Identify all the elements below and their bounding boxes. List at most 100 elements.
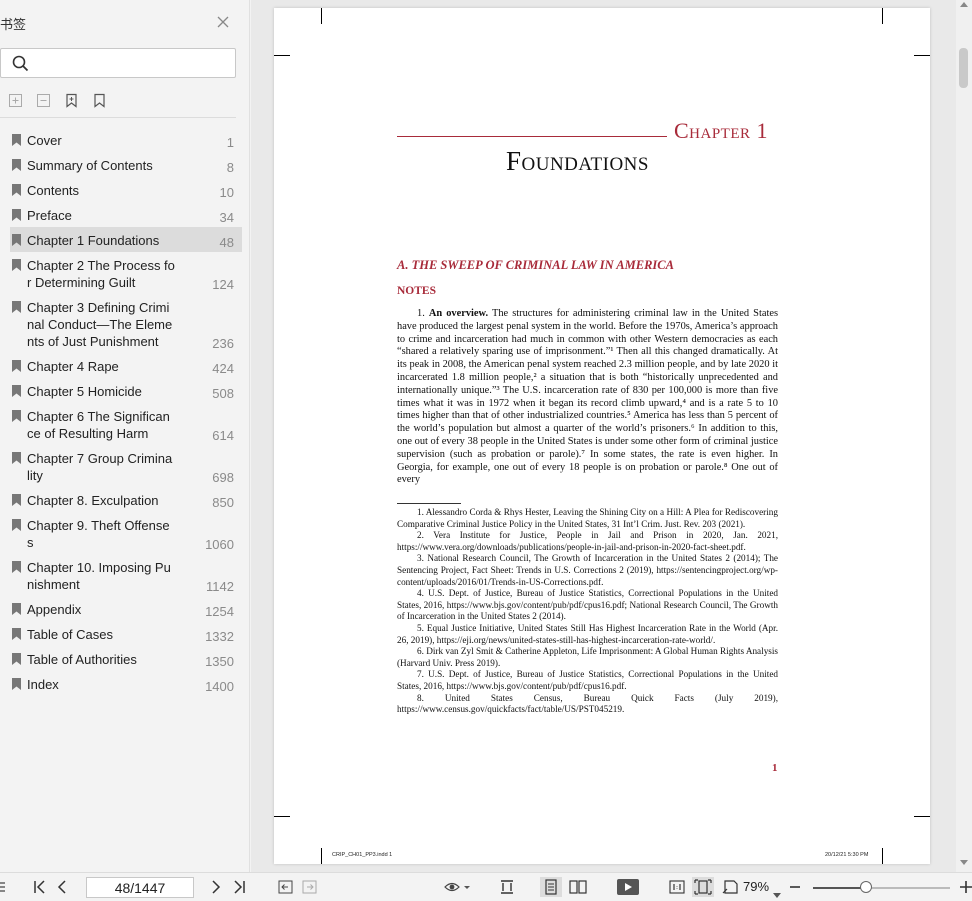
bottom-toolbar: 79%: [0, 872, 972, 901]
bookmark-item[interactable]: Chapter 9. Theft Offenses 1060: [10, 512, 242, 554]
crop-mark: [321, 848, 322, 864]
read-mode-eye-icon[interactable]: [444, 879, 470, 895]
bookmark-page-number: 698: [212, 470, 234, 485]
bookmark-item[interactable]: Table of Authorities 1350: [10, 646, 242, 671]
vertical-scrollbar[interactable]: [956, 0, 972, 872]
footnotes: 1. Alessandro Corda & Rhys Hester, Leavi…: [397, 507, 778, 716]
fit-width-icon[interactable]: [722, 879, 738, 895]
bookmark-icon[interactable]: [92, 93, 107, 108]
bookmark-item[interactable]: Appendix 1254: [10, 596, 242, 621]
bookmark-label: Chapter 3 Defining Criminal Conduct—The …: [27, 300, 173, 349]
bookmark-search-box[interactable]: [0, 48, 236, 78]
chapter-title: Foundations: [506, 146, 649, 176]
previous-page-icon[interactable]: [56, 879, 68, 895]
bookmark-flag-icon: [12, 519, 21, 531]
fit-page-icon[interactable]: [692, 877, 714, 897]
bookmark-flag-icon: [12, 494, 21, 506]
last-page-icon[interactable]: [232, 879, 246, 895]
footnote: 6. Dirk van Zyl Smit & Catherine Appleto…: [397, 646, 778, 668]
bookmark-item[interactable]: Chapter 5 Homicide 508: [10, 378, 242, 403]
bookmark-item[interactable]: Preface 34: [10, 202, 242, 227]
section-heading: A. THE SWEEP OF CRIMINAL LAW IN AMERICA: [397, 258, 674, 272]
forward-view-icon[interactable]: [302, 879, 317, 895]
zoom-level[interactable]: 79%: [743, 879, 769, 894]
bookmark-page-number: 236: [212, 336, 234, 351]
pdf-reader-window: 书签 Cover 1 Summary of Contents 8 Contents 10 P…: [0, 0, 972, 901]
scroll-thumb[interactable]: [959, 48, 968, 88]
crop-mark: [914, 816, 930, 817]
zoom-dropdown-icon[interactable]: [773, 885, 781, 898]
bookmark-item-main: Table of Cases: [12, 626, 175, 643]
bookmark-item[interactable]: Summary of Contents 8: [10, 152, 242, 177]
bookmark-item-main: Cover: [12, 132, 175, 149]
sidebar-toggle-icon[interactable]: [0, 879, 6, 895]
bookmark-page-number: 1: [226, 135, 234, 150]
document-view[interactable]: Chapter 1 Foundations A. THE SWEEP OF CR…: [251, 0, 956, 872]
back-view-icon[interactable]: [278, 879, 293, 895]
first-page-icon[interactable]: [33, 879, 47, 895]
crop-mark: [274, 55, 290, 56]
bookmark-label: Chapter 6 The Significance of Resulting …: [27, 409, 170, 441]
bookmark-item[interactable]: Chapter 8. Exculpation 850: [10, 487, 242, 512]
next-page-icon[interactable]: [210, 879, 222, 895]
actual-size-icon[interactable]: [669, 879, 685, 895]
bookmark-item[interactable]: Chapter 7 Group Criminality 698: [10, 445, 242, 487]
collapse-all-icon[interactable]: [36, 93, 51, 108]
sidebar-divider: [0, 117, 236, 118]
bookmark-item[interactable]: Chapter 4 Rape 424: [10, 353, 242, 378]
print-slug-left: CRIP_CH01_PP3.indd 1: [332, 852, 393, 858]
bookmark-item-main: Preface: [12, 207, 175, 224]
zoom-in-icon[interactable]: [960, 879, 972, 895]
bookmark-item[interactable]: Chapter 2 The Process for Determining Gu…: [10, 252, 242, 294]
bookmark-item-main: Chapter 9. Theft Offenses: [12, 517, 175, 551]
bookmark-flag-icon: [12, 561, 21, 573]
scroll-down-arrow[interactable]: [960, 860, 968, 865]
bookmark-flag-icon: [12, 184, 21, 196]
bookmark-flag-icon: [12, 410, 21, 422]
bookmark-item-main: Chapter 3 Defining Criminal Conduct—The …: [12, 299, 175, 350]
bookmark-page-number: 424: [212, 361, 234, 376]
bookmark-page-number: 1400: [205, 679, 234, 694]
para-body: The structures for administering crimina…: [397, 308, 779, 486]
bookmark-page-number: 850: [212, 495, 234, 510]
bookmark-label: Chapter 2 The Process for Determining Gu…: [27, 258, 175, 290]
bookmark-item[interactable]: Index 1400: [10, 671, 242, 696]
play-slideshow-icon[interactable]: [617, 879, 639, 895]
crop-mark: [914, 55, 930, 56]
bookmark-page-number: 1332: [205, 629, 234, 644]
two-page-view-icon[interactable]: [569, 879, 587, 895]
page-number-input[interactable]: [86, 877, 194, 898]
bookmark-item[interactable]: Chapter 10. Imposing Punishment 1142: [10, 554, 242, 596]
zoom-slider-handle[interactable]: [860, 881, 872, 893]
single-page-view-icon[interactable]: [499, 879, 515, 895]
continuous-view-icon[interactable]: [540, 877, 562, 897]
bookmark-flag-icon: [12, 234, 21, 246]
bookmark-page-number: 1350: [205, 654, 234, 669]
bookmark-flag-icon: [12, 209, 21, 221]
bookmark-item-main: Chapter 5 Homicide: [12, 383, 175, 400]
bookmark-item-main: Chapter 4 Rape: [12, 358, 175, 375]
footnote: 1. Alessandro Corda & Rhys Hester, Leavi…: [397, 507, 778, 529]
bookmark-flag-icon: [12, 159, 21, 171]
sidebar-title: 书签: [0, 17, 27, 32]
bookmark-label: Chapter 8. Exculpation: [27, 493, 159, 508]
scroll-up-arrow[interactable]: [960, 2, 968, 7]
bookmark-item[interactable]: Contents 10: [10, 177, 242, 202]
bookmark-item[interactable]: Chapter 6 The Significance of Resulting …: [10, 403, 242, 445]
close-icon[interactable]: [216, 15, 230, 29]
add-bookmark-icon[interactable]: [64, 93, 79, 108]
bookmark-search-input[interactable]: [37, 53, 227, 73]
print-slug-right: 20/12/21 5:30 PM: [825, 852, 869, 858]
bookmark-item[interactable]: Chapter 1 Foundations 48: [10, 227, 242, 252]
bookmark-label: Table of Authorities: [27, 652, 137, 667]
bookmark-item[interactable]: Chapter 3 Defining Criminal Conduct—The …: [10, 294, 242, 353]
zoom-out-icon[interactable]: [790, 879, 800, 895]
bookmark-label: Chapter 4 Rape: [27, 359, 119, 374]
bookmark-item[interactable]: Table of Cases 1332: [10, 621, 242, 646]
footnote: 3. National Research Council, The Growth…: [397, 553, 778, 587]
expand-all-icon[interactable]: [8, 93, 23, 108]
bookmark-item-main: Chapter 6 The Significance of Resulting …: [12, 408, 175, 442]
bookmark-flag-icon: [12, 628, 21, 640]
bookmark-item[interactable]: Cover 1: [10, 127, 242, 152]
bookmark-flag-icon: [12, 452, 21, 464]
